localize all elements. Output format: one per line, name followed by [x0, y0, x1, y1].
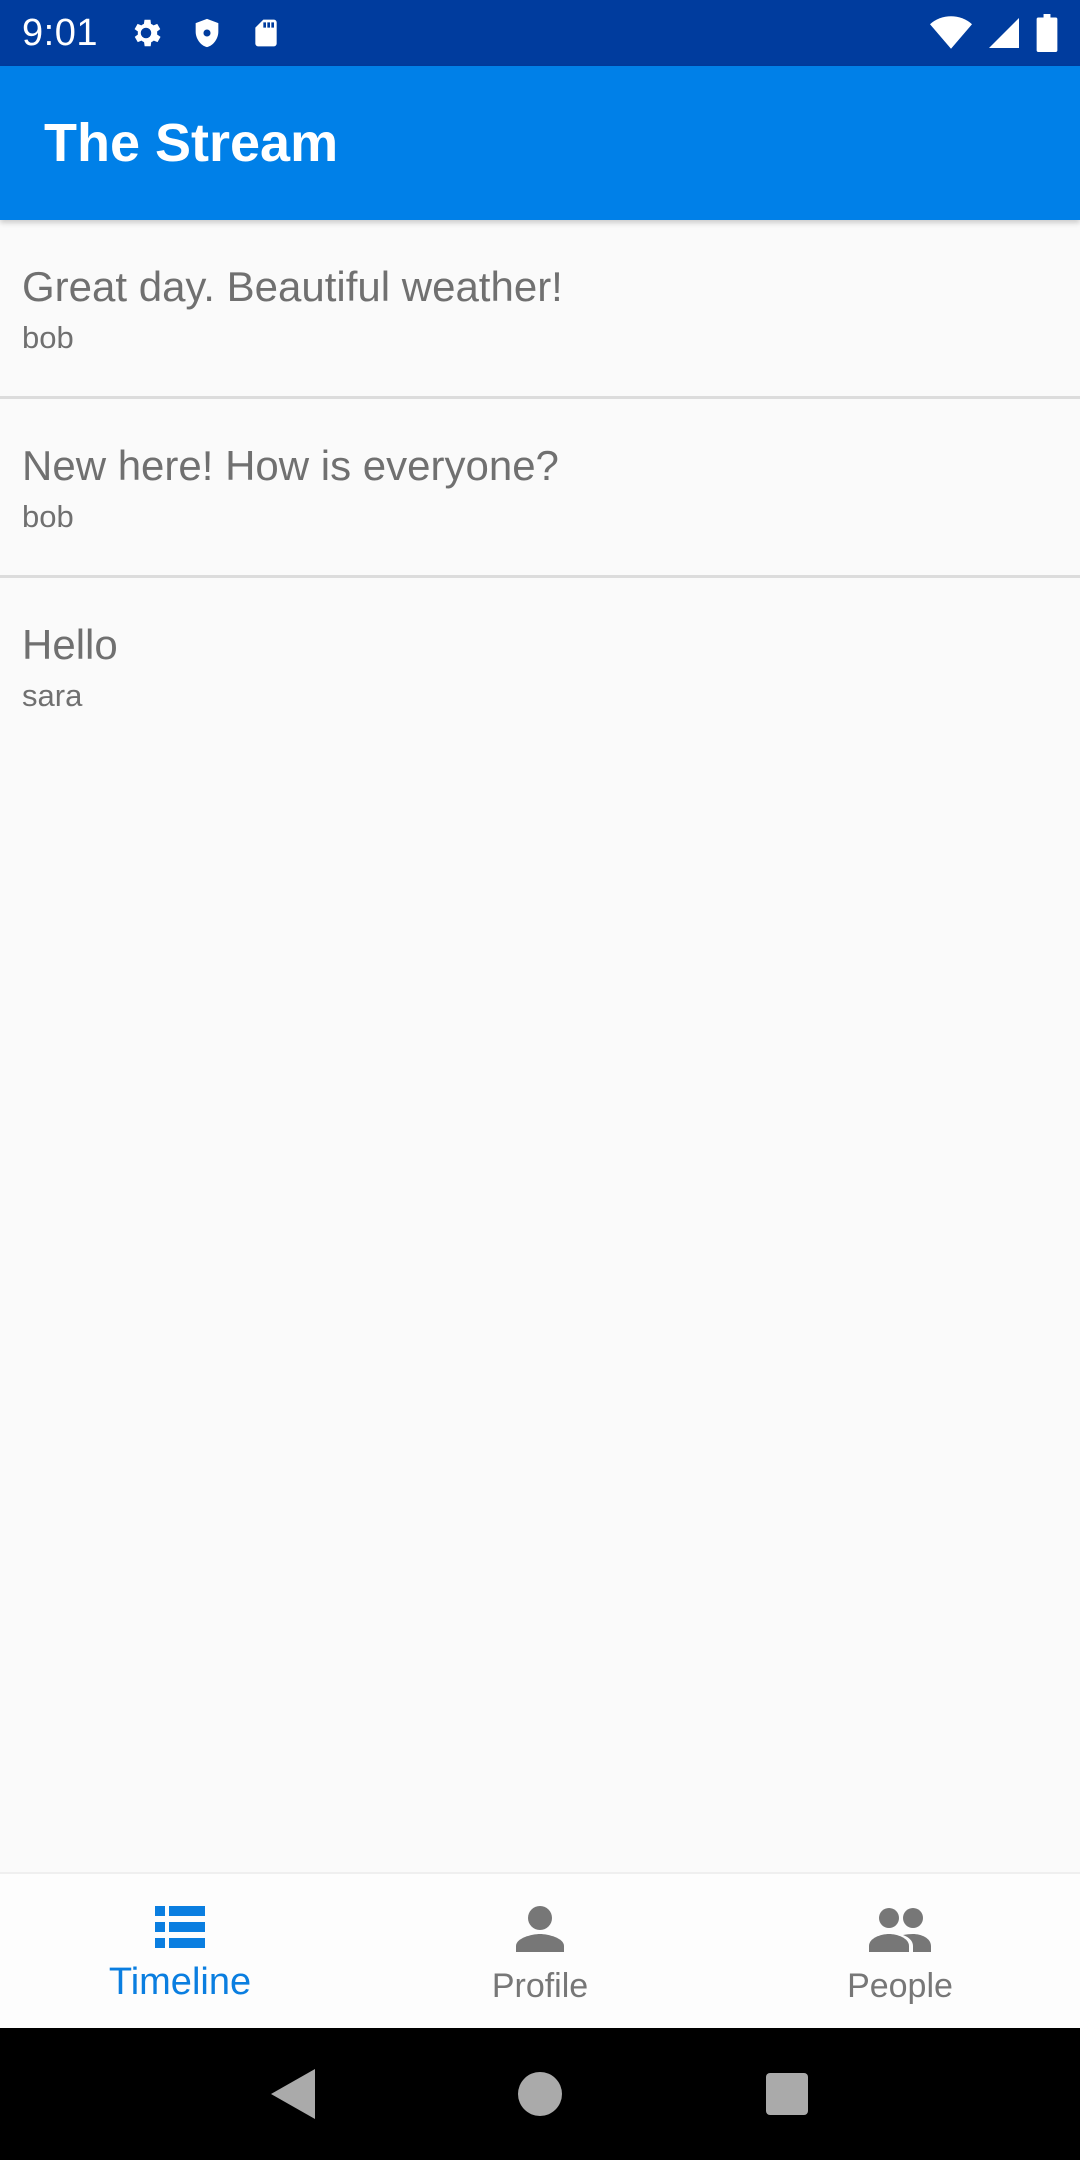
- shield-icon: [190, 15, 224, 51]
- status-time: 9:01: [22, 11, 98, 54]
- person-icon: [516, 1906, 564, 1957]
- post-author: sara: [22, 678, 83, 714]
- nav-label-profile: Profile: [491, 1967, 589, 2005]
- list-item[interactable]: Hello sara: [0, 578, 1080, 757]
- wifi-icon: [930, 15, 972, 51]
- nav-item-timeline[interactable]: Timeline: [0, 1874, 360, 2028]
- system-navigation-bar: [0, 2028, 1080, 2160]
- status-bar: 9:01: [0, 0, 1080, 66]
- post-author: bob: [22, 499, 74, 535]
- app-bar: The Stream: [0, 66, 1080, 220]
- post-text: Hello: [22, 621, 118, 668]
- post-author: bob: [22, 320, 74, 356]
- bottom-navigation: Timeline Profile People: [0, 1872, 1080, 2028]
- recents-icon[interactable]: [757, 2064, 817, 2124]
- nav-item-people[interactable]: People: [720, 1874, 1080, 2028]
- nav-item-profile[interactable]: Profile: [360, 1874, 720, 2028]
- people-icon: [869, 1906, 931, 1957]
- status-left-icons: [128, 15, 282, 51]
- list-item[interactable]: New here! How is everyone? bob: [0, 399, 1080, 578]
- page-title: The Stream: [44, 113, 339, 173]
- sd-card-icon: [250, 15, 282, 51]
- back-icon[interactable]: [263, 2064, 323, 2124]
- battery-icon: [1036, 14, 1058, 52]
- nav-label-people: People: [847, 1967, 953, 2005]
- post-text: New here! How is everyone?: [22, 442, 559, 489]
- signal-icon: [986, 15, 1022, 51]
- post-list: Great day. Beautiful weather! bob New he…: [0, 220, 1080, 757]
- gear-icon: [128, 15, 164, 51]
- post-text: Great day. Beautiful weather!: [22, 263, 563, 310]
- nav-label-timeline: Timeline: [108, 1961, 252, 2003]
- list-item[interactable]: Great day. Beautiful weather! bob: [0, 220, 1080, 399]
- screen: 9:01 The Stream Great day. Beautiful wea…: [0, 0, 1080, 2160]
- timeline-list-icon: [155, 1906, 205, 1953]
- status-right-icons: [930, 14, 1058, 52]
- home-icon[interactable]: [510, 2064, 570, 2124]
